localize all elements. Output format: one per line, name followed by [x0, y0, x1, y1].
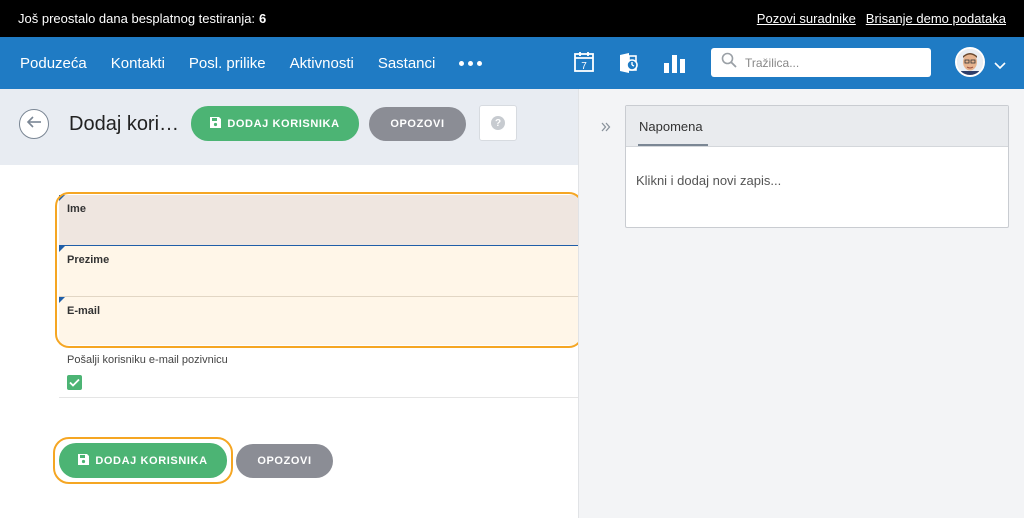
trial-bar: Još preostalo dana besplatnog testiranja… — [0, 0, 1024, 37]
divider — [59, 397, 578, 398]
nav-item-activities[interactable]: Aktivnosti — [290, 55, 354, 72]
back-button[interactable] — [19, 109, 49, 139]
invite-email-label: Pošalji korisniku e-mail pozivnicu — [67, 354, 228, 366]
nav-item-opportunities[interactable]: Posl. prilike — [189, 55, 266, 72]
arrow-left-icon — [26, 115, 42, 134]
user-form: Ime Prezime E-mail — [59, 195, 578, 345]
page-title: Dodaj kori… — [69, 113, 180, 135]
last-name-input[interactable] — [67, 271, 567, 289]
search-box — [711, 48, 931, 77]
user-avatar[interactable] — [955, 47, 985, 77]
search-icon — [721, 52, 737, 73]
double-chevron-right-icon[interactable] — [601, 119, 611, 137]
page-header: Dodaj kori… DODAJ KORISNIKA OPOZOVI ? — [0, 89, 578, 165]
first-name-label: Ime — [67, 203, 86, 215]
invite-colleagues-link[interactable]: Pozovi suradnike — [757, 11, 856, 26]
delete-demo-data-link[interactable]: Brisanje demo podataka — [866, 11, 1006, 26]
field-corner-marker — [59, 297, 65, 303]
note-tab-bar: Napomena — [626, 106, 1008, 147]
email-input[interactable] — [67, 322, 567, 340]
header-add-user-button[interactable]: DODAJ KORISNIKA — [191, 106, 359, 141]
tab-note[interactable]: Napomena — [639, 119, 703, 134]
checkmark-icon — [69, 374, 80, 392]
header-cancel-label: OPOZOVI — [390, 118, 445, 130]
trial-days-count: 6 — [259, 11, 267, 26]
nav-item-companies[interactable]: Poduzeća — [20, 55, 87, 72]
footer-cancel-button[interactable]: OPOZOVI — [236, 444, 333, 478]
more-menu-icon[interactable] — [459, 60, 483, 66]
note-card: Napomena Klikni i dodaj novi zapis... — [625, 105, 1009, 228]
field-corner-marker — [59, 246, 65, 252]
save-icon — [78, 453, 90, 468]
help-icon: ? — [491, 116, 505, 130]
nav-item-meetings[interactable]: Sastanci — [378, 55, 436, 72]
header-add-user-label: DODAJ KORISNIKA — [227, 117, 340, 130]
calendar-icon[interactable]: 7 — [573, 51, 597, 75]
add-note-placeholder[interactable]: Klikni i dodaj novi zapis... — [636, 173, 781, 188]
reports-chart-icon[interactable] — [663, 51, 687, 75]
invite-email-checkbox[interactable] — [67, 375, 82, 390]
save-icon — [210, 116, 222, 131]
nav-item-contacts[interactable]: Kontakti — [111, 55, 165, 72]
header-cancel-button[interactable]: OPOZOVI — [369, 107, 466, 141]
tasks-clock-icon[interactable] — [617, 51, 641, 75]
field-corner-marker — [59, 195, 65, 201]
footer-add-user-button[interactable]: DODAJ KORISNIKA — [59, 443, 227, 478]
main-nav: Poduzeća Kontakti Posl. prilike Aktivnos… — [0, 37, 1024, 89]
chevron-down-icon[interactable] — [994, 57, 1006, 75]
notes-panel: Napomena Klikni i dodaj novi zapis... — [578, 89, 1024, 518]
footer-add-user-label: DODAJ KORISNIKA — [95, 454, 208, 467]
tab-underline — [638, 144, 708, 146]
help-button[interactable]: ? — [479, 105, 517, 141]
email-field: E-mail — [59, 297, 578, 345]
footer-cancel-label: OPOZOVI — [257, 455, 312, 467]
email-label: E-mail — [67, 305, 101, 317]
search-input[interactable] — [745, 55, 915, 70]
calendar-day-label: 7 — [581, 61, 587, 72]
trial-links: Pozovi suradnike Brisanje demo podataka — [757, 11, 1006, 26]
trial-text: Još preostalo dana besplatnog testiranja… — [18, 11, 256, 26]
last-name-label: Prezime — [67, 254, 110, 266]
first-name-input[interactable] — [67, 220, 567, 238]
first-name-field: Ime — [59, 195, 578, 246]
last-name-field: Prezime — [59, 246, 578, 297]
